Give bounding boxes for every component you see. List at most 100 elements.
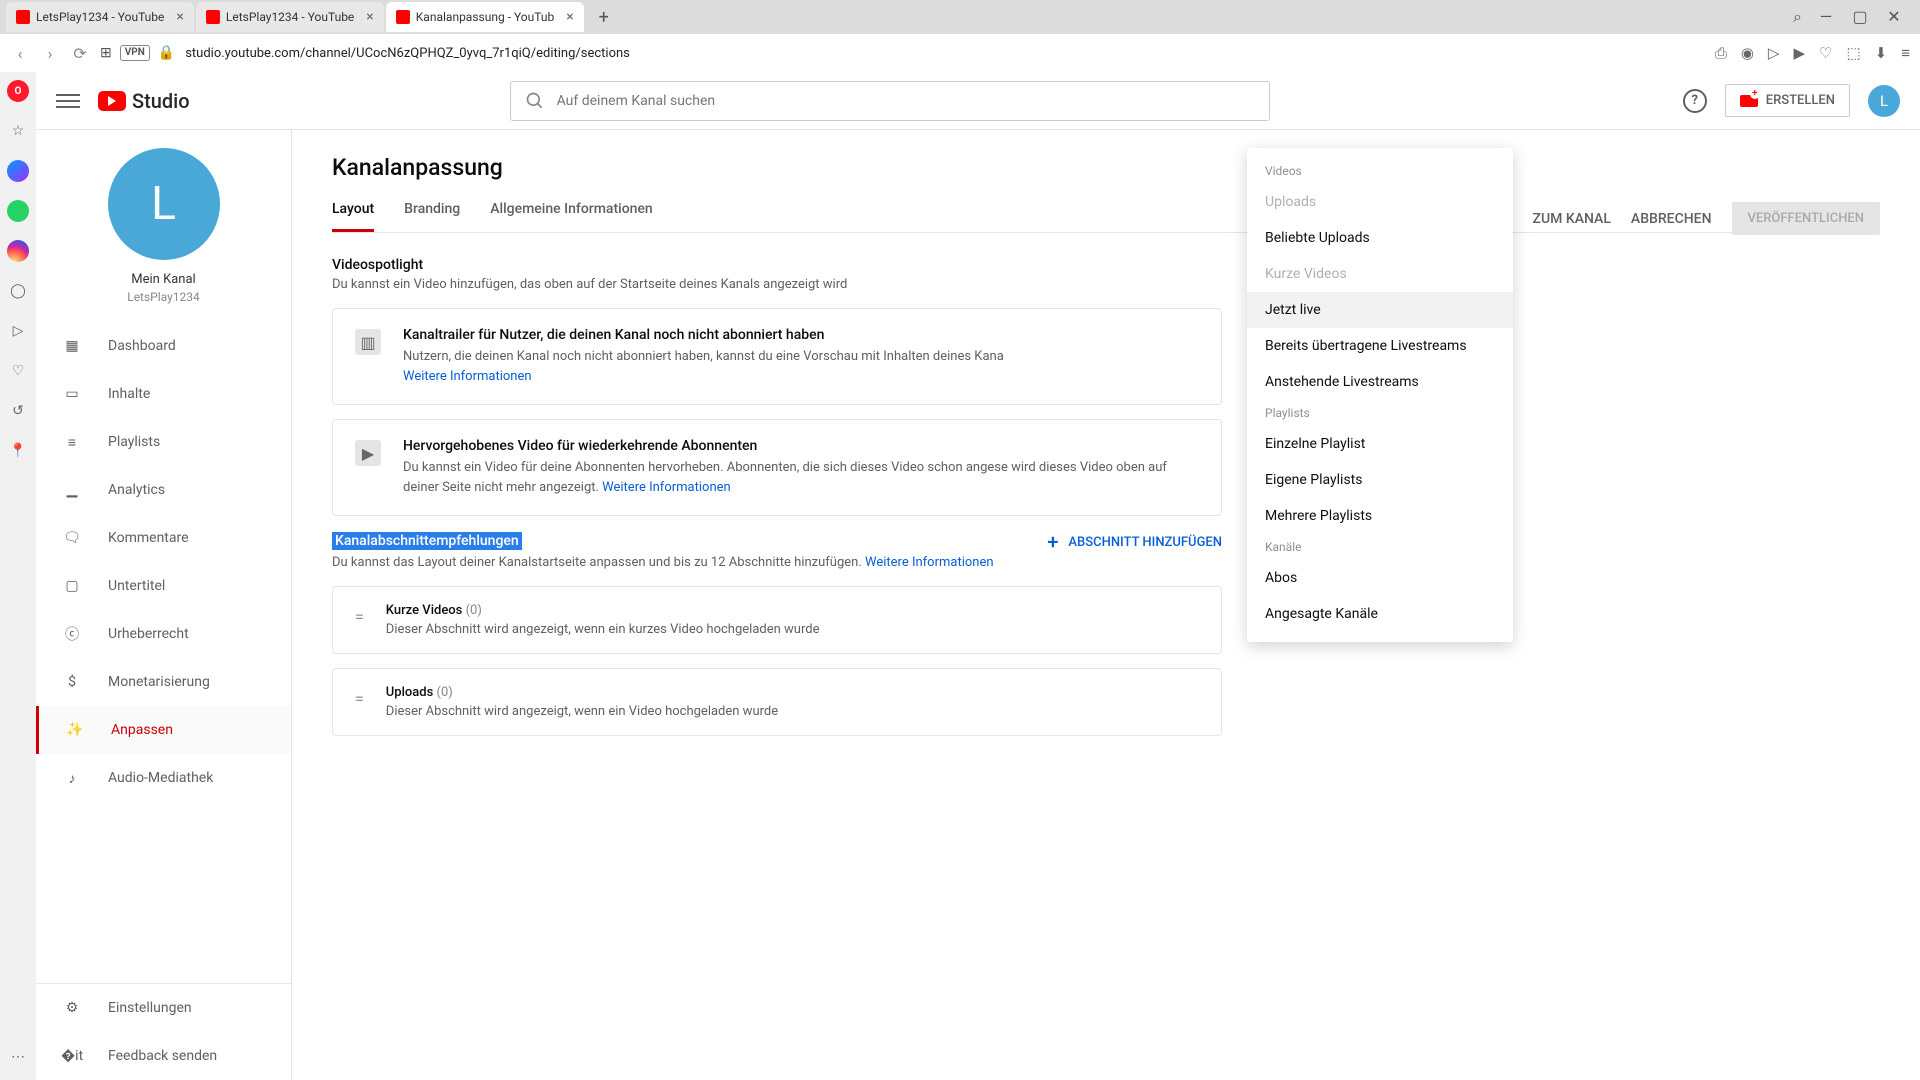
nav-customization[interactable]: ✨Anpassen bbox=[36, 706, 291, 754]
download-icon[interactable]: ⬇ bbox=[1875, 44, 1888, 62]
help-button[interactable]: ? bbox=[1683, 89, 1707, 113]
screenshot-icon[interactable]: ⎙ bbox=[1715, 44, 1727, 62]
hamburger-icon[interactable] bbox=[56, 89, 80, 113]
heart-icon[interactable]: ♡ bbox=[1819, 44, 1832, 62]
heart-icon[interactable]: ♡ bbox=[7, 360, 29, 382]
youtube-favicon bbox=[396, 10, 410, 24]
add-section-button[interactable]: + ABSCHNITT HINZUFÜGEN bbox=[1047, 530, 1222, 554]
circle-icon[interactable]: ◯ bbox=[7, 280, 29, 302]
forward-icon[interactable]: › bbox=[40, 44, 60, 63]
nav-monetization[interactable]: $Monetarisierung bbox=[36, 658, 291, 706]
browser-tab-active[interactable]: Kanalanpassung - YouTub × bbox=[386, 2, 584, 32]
menu-icon[interactable]: ≡ bbox=[1901, 44, 1910, 62]
dropdown-item-past-live[interactable]: Bereits übertragene Livestreams bbox=[1247, 328, 1513, 364]
window-controls: ⌕ — ▢ ✕ bbox=[1793, 7, 1914, 27]
trailer-card[interactable]: ▥ Kanaltrailer für Nutzer, die deinen Ka… bbox=[332, 308, 1222, 405]
channel-block: L Mein Kanal LetsPlay1234 bbox=[36, 148, 291, 322]
cancel-button[interactable]: ABBRECHEN bbox=[1631, 211, 1712, 227]
back-icon[interactable]: ‹ bbox=[10, 44, 30, 63]
tab-basic[interactable]: Allgemeine Informationen bbox=[490, 201, 652, 232]
play-icon[interactable]: ▶ bbox=[1793, 44, 1805, 62]
dropdown-item-own-playlists[interactable]: Eigene Playlists bbox=[1247, 462, 1513, 498]
nav-audio[interactable]: ♪Audio-Mediathek bbox=[36, 754, 291, 802]
video-icon: ▶ bbox=[355, 440, 381, 466]
pin-icon[interactable]: 📍 bbox=[7, 440, 29, 462]
nav-dashboard[interactable]: ▦Dashboard bbox=[36, 322, 291, 370]
nav-playlists[interactable]: ≡Playlists bbox=[36, 418, 291, 466]
left-nav: L Mein Kanal LetsPlay1234 ▦Dashboard ▭In… bbox=[36, 130, 292, 1080]
dropdown-item-subs[interactable]: Abos bbox=[1247, 560, 1513, 596]
drag-handle-icon[interactable]: = bbox=[355, 607, 364, 626]
nav-settings[interactable]: ⚙Einstellungen bbox=[36, 984, 291, 1032]
nav-copyright[interactable]: ⓒUrheberrecht bbox=[36, 610, 291, 658]
messenger-icon[interactable] bbox=[7, 160, 29, 182]
section-row[interactable]: = Kurze Videos (0) Dieser Abschnitt wird… bbox=[332, 586, 1222, 654]
whatsapp-icon[interactable] bbox=[7, 200, 29, 222]
nav-subtitles[interactable]: ▢Untertitel bbox=[36, 562, 291, 610]
bookmark-icon[interactable]: ▷ bbox=[1768, 44, 1780, 62]
search-icon bbox=[525, 91, 545, 111]
create-label: ERSTELLEN bbox=[1766, 93, 1835, 108]
more-icon[interactable]: ⋯ bbox=[7, 1046, 29, 1068]
cube-icon[interactable]: ⬚ bbox=[1846, 44, 1860, 62]
page-actions: ZUM KANAL ABBRECHEN VERÖFFENTLICHEN bbox=[1533, 202, 1880, 235]
channel-avatar[interactable]: L bbox=[108, 148, 220, 260]
search-box[interactable] bbox=[510, 81, 1270, 121]
publish-button[interactable]: VERÖFFENTLICHEN bbox=[1732, 202, 1880, 235]
maximize-icon[interactable]: ▢ bbox=[1850, 7, 1870, 27]
dropdown-item-upcoming-live[interactable]: Anstehende Livestreams bbox=[1247, 364, 1513, 400]
section-row[interactable]: = Uploads (0) Dieser Abschnitt wird ange… bbox=[332, 668, 1222, 736]
address-bar: ‹ › ⟳ ⊞ VPN 🔒 studio.youtube.com/channel… bbox=[0, 34, 1920, 72]
more-link[interactable]: Weitere Informationen bbox=[403, 369, 532, 384]
nav-content[interactable]: ▭Inhalte bbox=[36, 370, 291, 418]
opera-icon[interactable]: O bbox=[7, 80, 29, 102]
close-window-icon[interactable]: ✕ bbox=[1884, 7, 1904, 27]
close-icon[interactable]: × bbox=[176, 9, 183, 25]
play-icon[interactable]: ▷ bbox=[7, 320, 29, 342]
vpn-badge[interactable]: VPN bbox=[120, 45, 150, 61]
nav-feedback[interactable]: �itFeedback senden bbox=[36, 1032, 291, 1080]
url-field[interactable]: studio.youtube.com/channel/UCocN6zQPHQZ_… bbox=[185, 46, 1705, 61]
dropdown-item-multiple-playlists[interactable]: Mehrere Playlists bbox=[1247, 498, 1513, 534]
view-channel-button[interactable]: ZUM KANAL bbox=[1533, 211, 1611, 227]
dropdown-item-featured-channels[interactable]: Angesagte Kanäle bbox=[1247, 596, 1513, 632]
search-icon[interactable]: ⌕ bbox=[1793, 7, 1802, 27]
nav-comments[interactable]: 🗨Kommentare bbox=[36, 514, 291, 562]
browser-tab[interactable]: LetsPlay1234 - YouTube × bbox=[196, 2, 384, 32]
more-link[interactable]: Weitere Informationen bbox=[602, 480, 731, 495]
close-icon[interactable]: × bbox=[366, 9, 373, 25]
history-icon[interactable]: ↺ bbox=[7, 400, 29, 422]
create-button[interactable]: ERSTELLEN bbox=[1725, 84, 1850, 117]
dropdown-header-videos: Videos bbox=[1247, 158, 1513, 184]
minimize-icon[interactable]: — bbox=[1816, 7, 1836, 27]
search-input[interactable] bbox=[557, 93, 1255, 109]
nav-analytics[interactable]: ▁Analytics bbox=[36, 466, 291, 514]
avatar[interactable]: L bbox=[1868, 85, 1900, 117]
grid-icon[interactable]: ⊞ bbox=[100, 45, 112, 61]
browser-tab[interactable]: LetsPlay1234 - YouTube × bbox=[6, 2, 194, 32]
youtube-favicon bbox=[16, 10, 30, 24]
featured-card[interactable]: ▶ Hervorgehobenes Video für wiederkehren… bbox=[332, 419, 1222, 516]
camera-icon[interactable]: ◉ bbox=[1741, 44, 1754, 62]
new-tab-button[interactable]: + bbox=[592, 5, 616, 29]
reload-icon[interactable]: ⟳ bbox=[70, 44, 90, 63]
dropdown-item-live-now[interactable]: Jetzt live bbox=[1247, 292, 1513, 328]
feedback-icon: �it bbox=[60, 1048, 84, 1064]
dropdown-item-popular[interactable]: Beliebte Uploads bbox=[1247, 220, 1513, 256]
dropdown-item-single-playlist[interactable]: Einzelne Playlist bbox=[1247, 426, 1513, 462]
drag-handle-icon[interactable]: = bbox=[355, 689, 364, 708]
youtube-favicon bbox=[206, 10, 220, 24]
more-link[interactable]: Weitere Informationen bbox=[865, 555, 994, 570]
tab-layout[interactable]: Layout bbox=[332, 201, 374, 232]
dropdown-item-shorts: Kurze Videos bbox=[1247, 256, 1513, 292]
instagram-icon[interactable] bbox=[7, 240, 29, 262]
spotlight-title: Videospotlight bbox=[332, 257, 1880, 273]
row-count: (0) bbox=[437, 685, 453, 700]
bookmark-icon[interactable]: ☆ bbox=[7, 120, 29, 142]
studio-logo[interactable]: Studio bbox=[98, 89, 190, 113]
lock-icon[interactable]: 🔒 bbox=[158, 45, 175, 61]
close-icon[interactable]: × bbox=[566, 9, 573, 25]
spotlight-desc: Du kannst ein Video hinzufügen, das oben… bbox=[332, 277, 1880, 292]
tab-branding[interactable]: Branding bbox=[404, 201, 460, 232]
studio-header: Studio ? ERSTELLEN L bbox=[36, 72, 1920, 130]
